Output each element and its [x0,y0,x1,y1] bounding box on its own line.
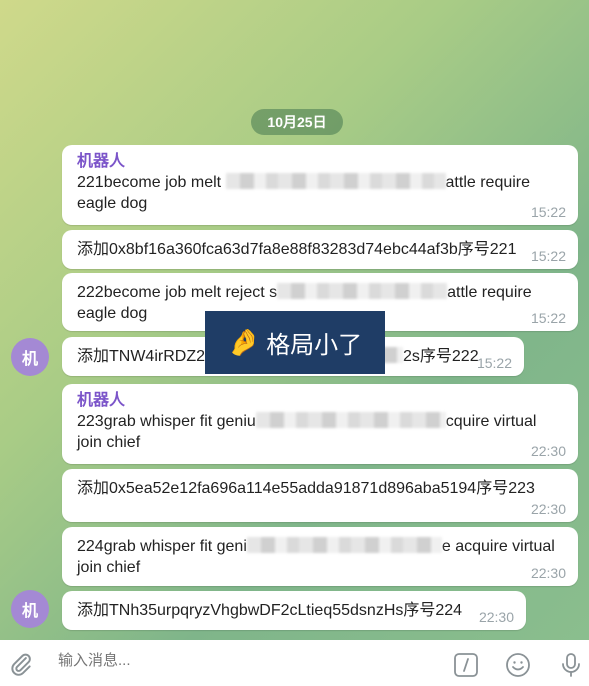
message-time: 22:30 [530,565,566,581]
message-bubble[interactable]: 机器人 221become job melt aattle requireeag… [62,145,578,225]
command-icon[interactable] [453,652,479,678]
message-bubble[interactable]: 添加0x8bf16a360fca63d7fa8e88f83283d74ebc44… [62,230,578,269]
redacted-text [255,412,446,428]
date-chip: 10月25日 [251,109,343,135]
chat-area[interactable]: 10月25日 机器人 221become job melt aattle req… [0,0,589,640]
message-text: 223grab whisper fit geniu cquire virtual j… [77,412,537,451]
message-bubble[interactable]: 机器人 223grab whisper fit geniu cquire virt… [62,384,578,464]
message-input[interactable] [58,652,418,669]
message-text: 添加TNh35urpqryzVhgbwDF2cLtieq55dsnzHs序号22… [77,602,463,619]
message-text: 添加0x8bf16a360fca63d7fa8e88f83283d74ebc44… [77,241,517,258]
emoji-icon[interactable] [505,652,531,678]
message-composer [0,640,589,686]
redacted-text [246,537,442,553]
paperclip-icon[interactable] [8,651,34,677]
redacted-text [225,173,446,189]
avatar[interactable]: 机 [11,338,49,376]
message-time: 15:22 [530,204,566,220]
pinched-fingers-icon: 🤌 [227,327,261,357]
redacted-text [277,283,448,299]
message-text: 224grab whisper fit geni e acquire virtua… [77,537,555,576]
message-text: 添加0x5ea52e12fa696a114e55adda91871d896aba… [77,480,535,497]
message-time: 15:22 [476,355,512,371]
sticker-overlay: 🤌 格局小了 [205,311,385,374]
message-time: 22:30 [530,443,566,459]
message-sender: 机器人 [77,392,126,409]
message-time: 15:22 [530,248,566,264]
message-time: 22:30 [530,501,566,517]
message-time: 22:30 [478,609,514,625]
microphone-icon[interactable] [558,652,584,678]
message-sender: 机器人 [77,153,126,170]
message-text: 221become job melt aattle requireeagle d… [77,173,531,212]
avatar[interactable]: 机 [11,590,49,628]
sticker-text: 格局小了 [266,332,363,359]
message-bubble[interactable]: 224grab whisper fit geni e acquire virtua… [62,527,578,586]
message-bubble[interactable]: 添加TNh35urpqryzVhgbwDF2cLtieq55dsnzHs序号22… [62,591,526,630]
message-time: 15:22 [530,310,566,326]
message-bubble[interactable]: 添加0x5ea52e12fa696a114e55adda91871d896aba… [62,469,578,522]
